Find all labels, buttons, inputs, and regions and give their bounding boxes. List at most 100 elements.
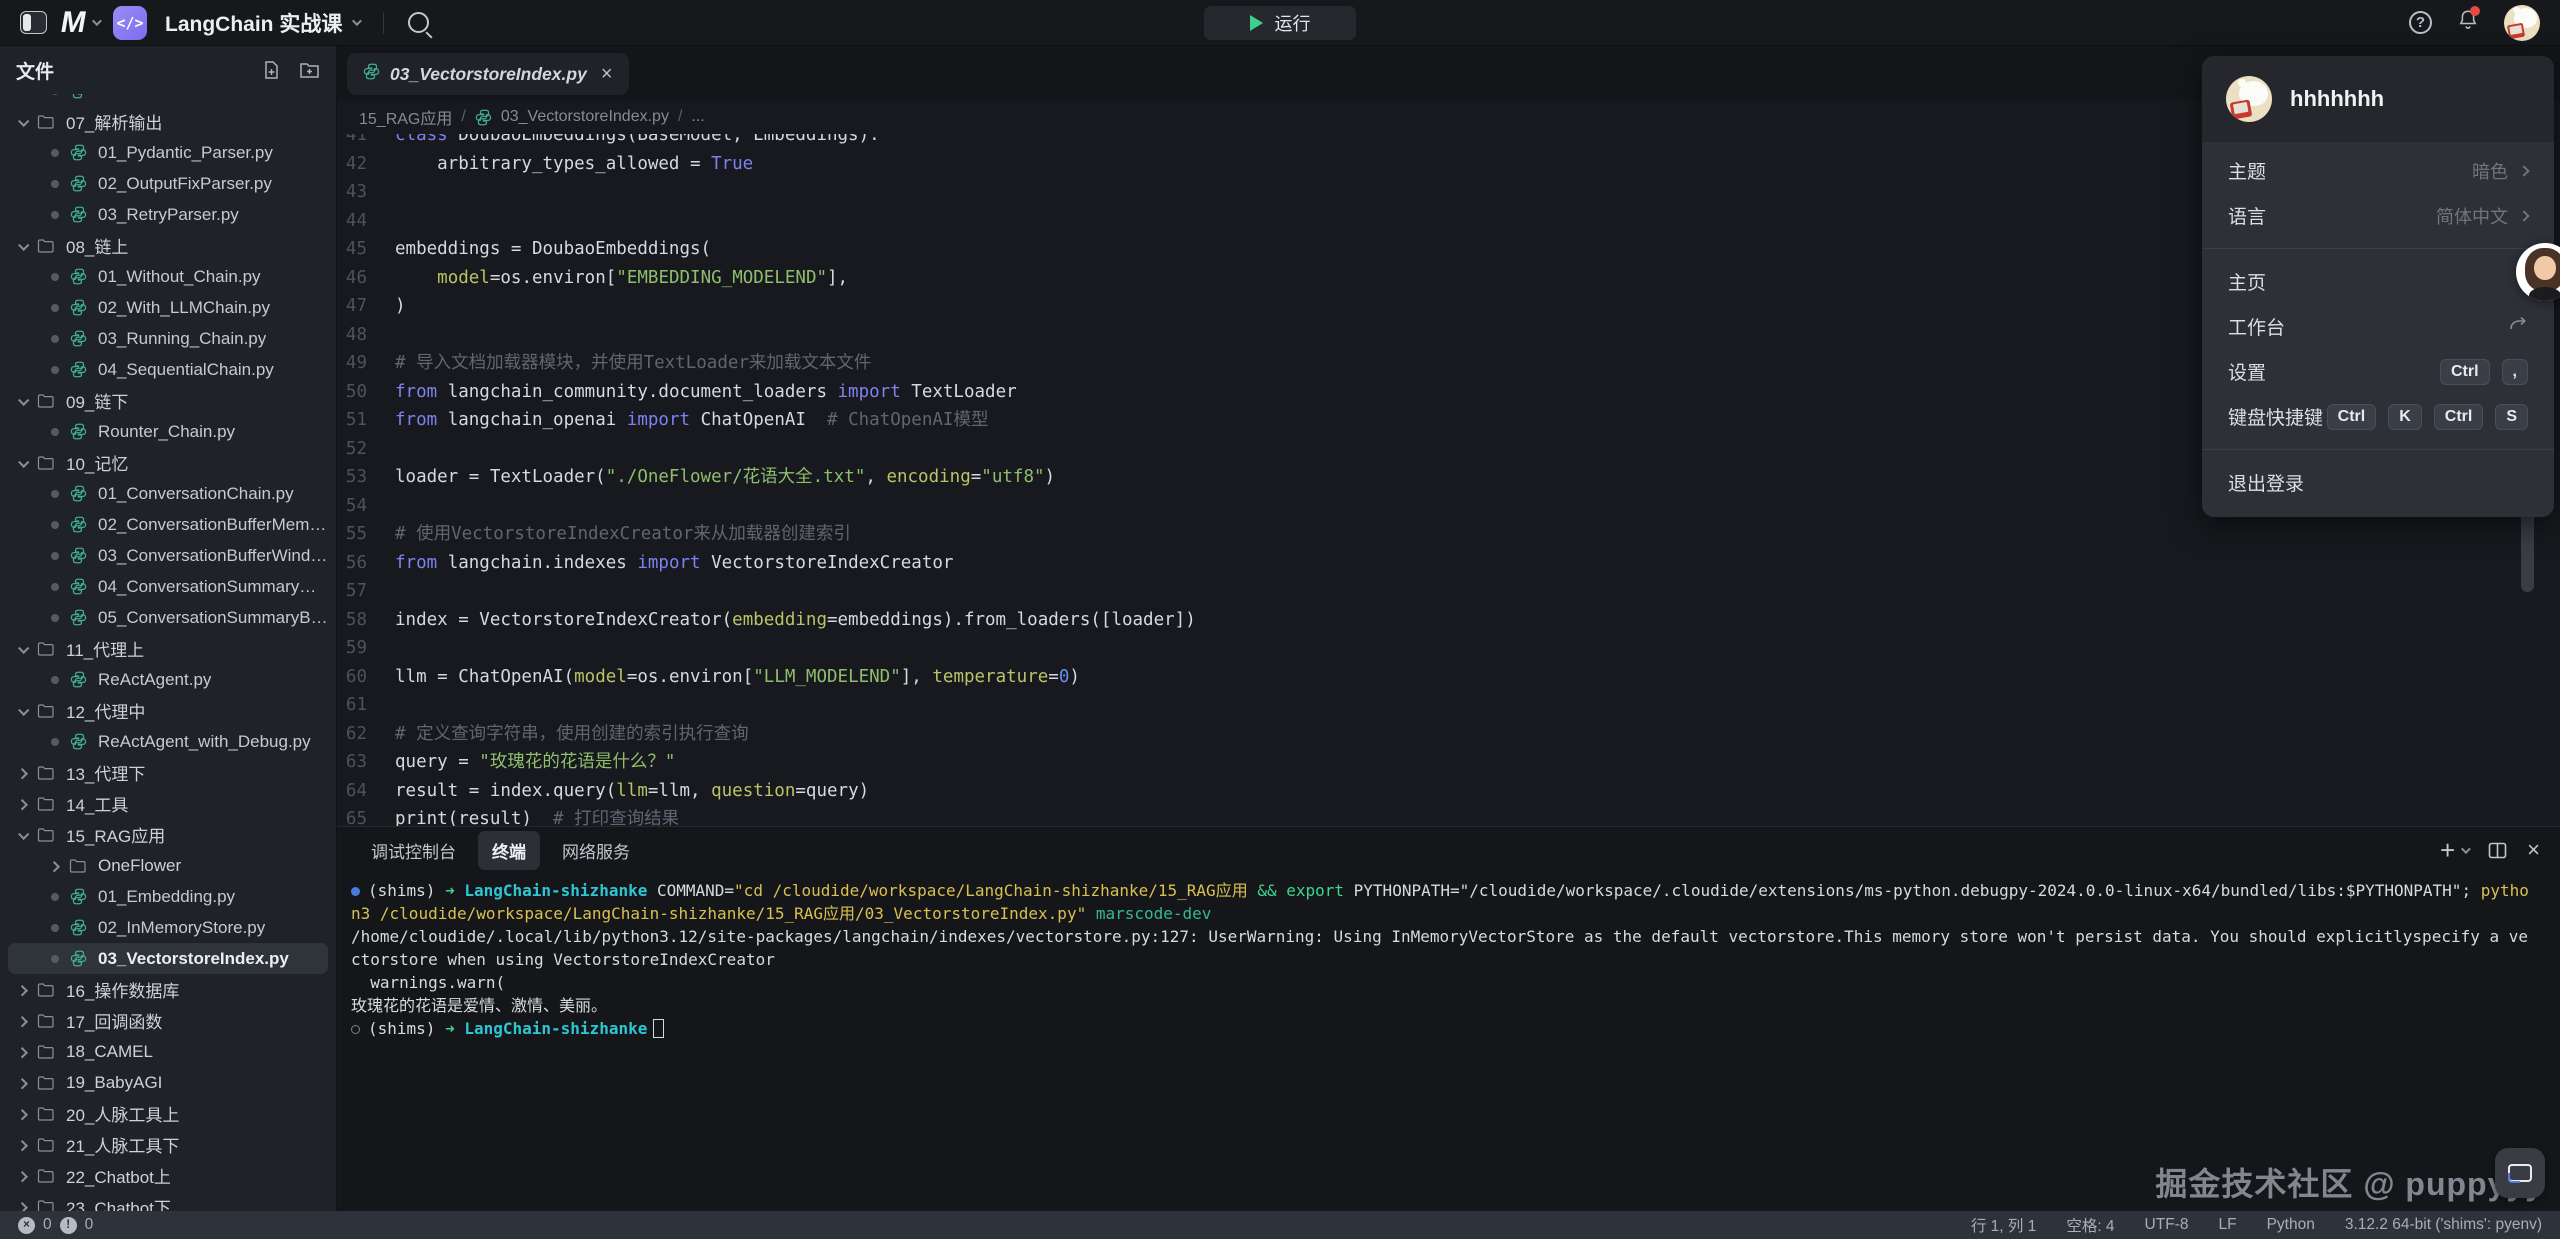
tree-file-row[interactable]: ReActAgent_with_Debug.py xyxy=(8,726,328,757)
tree-file-row[interactable]: 04_ConversationSummaryMe... xyxy=(8,571,328,602)
breadcrumb-segment[interactable]: ... xyxy=(691,108,704,126)
tree-item-label: 01_Pydantic_Parser.py xyxy=(98,143,273,163)
tree-folder-row[interactable]: 18_CAMEL xyxy=(8,1036,328,1067)
search-icon[interactable] xyxy=(408,12,429,33)
menu-item-设置[interactable]: 设置Ctrl, xyxy=(2202,349,2554,394)
close-tab-icon[interactable]: × xyxy=(601,64,613,84)
app-logo[interactable]: M xyxy=(61,8,99,38)
sidebar-toggle-icon[interactable] xyxy=(20,11,47,34)
tree-folder-row[interactable]: 13_代理下 xyxy=(8,757,328,788)
errors-icon[interactable]: × xyxy=(18,1217,35,1234)
new-terminal-button[interactable]: + xyxy=(2440,837,2468,863)
new-file-icon[interactable] xyxy=(262,60,281,80)
tree-folder-row[interactable]: 09_链下 xyxy=(8,385,328,416)
tree-file-row[interactable]: 05_ConversationSummaryBuff... xyxy=(8,602,328,633)
code-text: embeddings = DoubaoEmbeddings( xyxy=(395,235,711,264)
menu-item-主页[interactable]: 主页 xyxy=(2202,259,2554,304)
status-item-5[interactable]: 3.12.2 64-bit ('shims': pyenv) xyxy=(2345,1216,2542,1234)
chevron-right-icon xyxy=(17,1016,28,1027)
tree-file-row[interactable]: 01_ConversationChain.py xyxy=(8,478,328,509)
project-icon: </> xyxy=(113,6,147,40)
menu-item-退出登录[interactable]: 退出登录 xyxy=(2202,460,2554,505)
menu-item-工作台[interactable]: 工作台 xyxy=(2202,304,2554,349)
breadcrumb-segment[interactable]: 03_VectorstoreIndex.py xyxy=(501,108,669,126)
tree-item-label: 16_操作数据库 xyxy=(66,977,179,1002)
tree-folder-row[interactable]: 16_操作数据库 xyxy=(8,974,328,1005)
tree-file-row[interactable]: ReActAgent.py xyxy=(8,664,328,695)
status-item-2[interactable]: UTF-8 xyxy=(2145,1216,2189,1234)
tree-file-row[interactable]: 01_Pydantic_Parser.py xyxy=(8,137,328,168)
tree-file-row[interactable]: 03_ConversationBufferWindo... xyxy=(8,540,328,571)
tree-item-label: 03_RetryParser.py xyxy=(98,205,239,225)
tree-item-label: OneFlower xyxy=(98,856,181,876)
close-panel-icon[interactable]: × xyxy=(2527,839,2540,861)
help-icon[interactable]: ? xyxy=(2409,11,2432,34)
menu-divider xyxy=(2202,248,2554,249)
tree-file-row[interactable]: Rounter_Chain.py xyxy=(8,416,328,447)
tree-folder-row[interactable]: 08_链上 xyxy=(8,230,328,261)
python-file-icon xyxy=(70,733,87,750)
python-file-icon xyxy=(70,950,87,967)
tree-file-row[interactable]: 04_SequentialChain.py xyxy=(8,354,328,385)
tree-file-row[interactable]: 03_Running_Chain.py xyxy=(8,323,328,354)
tree-folder-row[interactable]: 17_回调函数 xyxy=(8,1005,328,1036)
tree-file-row[interactable]: 01_Without_Chain.py xyxy=(8,261,328,292)
panel-tab-2[interactable]: 网络服务 xyxy=(548,831,644,870)
code-text: ) xyxy=(395,292,406,321)
explorer-title: 文件 xyxy=(16,57,54,84)
workspace-switcher[interactable]: LangChain 实战课 xyxy=(161,8,359,38)
tree-file-row[interactable]: 02_OutputFixParser.py xyxy=(8,168,328,199)
user-avatar[interactable] xyxy=(2504,5,2540,41)
tree-file-row[interactable]: 02_InMemoryStore.py xyxy=(8,912,328,943)
notifications-button[interactable] xyxy=(2458,9,2478,36)
code-line: 56from langchain.indexes import Vectorst… xyxy=(337,549,2560,578)
tree-item-label: 01_ConversationChain.py xyxy=(98,484,294,504)
line-number: 46 xyxy=(337,264,395,293)
folder-icon xyxy=(37,1199,55,1212)
tree-folder-row[interactable]: 20_人脉工具上 xyxy=(8,1098,328,1129)
tree-file-row[interactable]: 03_RetryParser.py xyxy=(8,199,328,230)
warnings-count[interactable]: 0 xyxy=(85,1216,94,1234)
menu-item-主题[interactable]: 主题暗色 xyxy=(2202,148,2554,193)
split-panel-icon[interactable] xyxy=(2488,842,2507,859)
code-line: 61 xyxy=(337,691,2560,720)
tree-item-label: 14_工具 xyxy=(66,791,128,816)
tree-folder-row[interactable]: 14_工具 xyxy=(8,788,328,819)
status-item-4[interactable]: Python xyxy=(2267,1216,2315,1234)
notification-dot xyxy=(2470,6,2480,16)
menu-item-键盘快捷键[interactable]: 键盘快捷键CtrlKCtrlS xyxy=(2202,394,2554,439)
tree-file-row[interactable] xyxy=(8,94,328,106)
new-folder-icon[interactable] xyxy=(299,61,320,79)
panel-tab-1[interactable]: 终端 xyxy=(478,831,540,870)
mini-window-button[interactable] xyxy=(2495,1148,2545,1198)
tree-folder-row[interactable]: 15_RAG应用 xyxy=(8,819,328,850)
errors-count[interactable]: 0 xyxy=(43,1216,52,1234)
editor-tab[interactable]: 03_VectorstoreIndex.py × xyxy=(347,53,629,95)
line-number: 43 xyxy=(337,178,395,207)
keycap: S xyxy=(2495,404,2528,430)
tree-folder-row[interactable]: 22_Chatbot上 xyxy=(8,1160,328,1191)
tree-folder-row[interactable]: 07_解析输出 xyxy=(8,106,328,137)
tree-file-row[interactable]: 02_With_LLMChain.py xyxy=(8,292,328,323)
status-item-3[interactable]: LF xyxy=(2218,1216,2236,1234)
menu-item-语言[interactable]: 语言简体中文 xyxy=(2202,193,2554,238)
run-button[interactable]: 运行 xyxy=(1204,6,1356,40)
panel-tab-0[interactable]: 调试控制台 xyxy=(357,831,470,870)
workspace-title: LangChain 实战课 xyxy=(165,8,342,38)
tree-folder-row[interactable]: 10_记忆 xyxy=(8,447,328,478)
tree-folder-row[interactable]: 11_代理上 xyxy=(8,633,328,664)
tree-folder-row[interactable]: 23_Chatbot下 xyxy=(8,1191,328,1211)
tree-folder-row[interactable]: 12_代理中 xyxy=(8,695,328,726)
tree-file-row[interactable]: 02_ConversationBufferMemor... xyxy=(8,509,328,540)
code-line: 63query = "玫瑰花的花语是什么？" xyxy=(337,748,2560,777)
tree-folder-row[interactable]: OneFlower xyxy=(8,850,328,881)
status-item-1[interactable]: 空格: 4 xyxy=(2066,1214,2114,1236)
line-number: 63 xyxy=(337,748,395,777)
breadcrumb-segment[interactable]: 15_RAG应用 xyxy=(359,105,452,129)
tree-file-row[interactable]: 01_Embedding.py xyxy=(8,881,328,912)
status-item-0[interactable]: 行 1, 列 1 xyxy=(1971,1214,2036,1236)
tree-file-row[interactable]: 03_VectorstoreIndex.py xyxy=(8,943,328,974)
tree-folder-row[interactable]: 21_人脉工具下 xyxy=(8,1129,328,1160)
tree-folder-row[interactable]: 19_BabyAGI xyxy=(8,1067,328,1098)
warnings-icon[interactable]: ! xyxy=(60,1217,77,1234)
